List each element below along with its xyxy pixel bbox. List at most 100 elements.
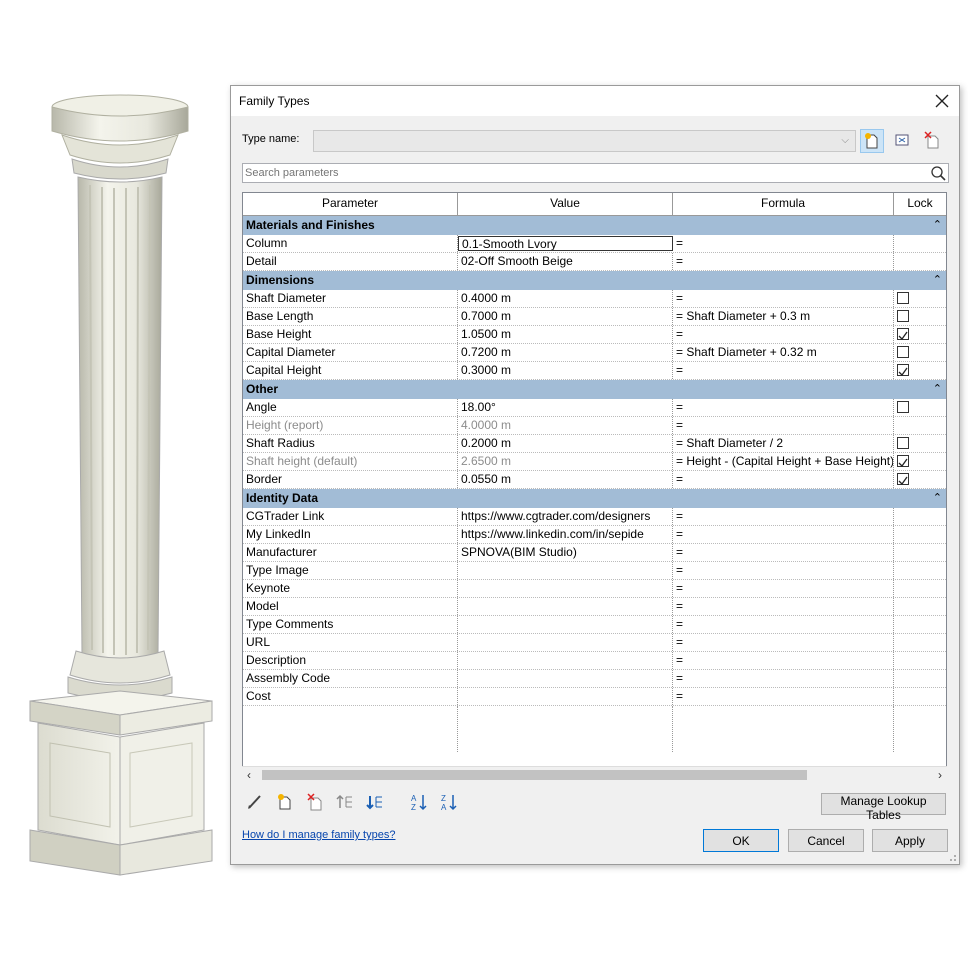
parameter-formula[interactable]: = — [673, 326, 894, 343]
parameter-row[interactable]: Shaft Diameter 0.4000 m = — [243, 290, 946, 308]
parameter-value[interactable] — [458, 562, 673, 579]
parameter-row[interactable]: Angle 18.00° = — [243, 399, 946, 417]
parameter-value[interactable] — [458, 688, 673, 705]
parameter-row[interactable]: Cost = — [243, 688, 946, 706]
parameter-formula[interactable]: = Shaft Diameter + 0.32 m — [673, 344, 894, 361]
search-parameters-box[interactable] — [242, 163, 949, 183]
collapse-icon[interactable]: ⌃ — [933, 216, 942, 235]
apply-button[interactable]: Apply — [872, 829, 948, 852]
parameter-row[interactable]: URL = — [243, 634, 946, 652]
parameter-row[interactable]: CGTrader Link https://www.cgtrader.com/de… — [243, 508, 946, 526]
parameter-formula[interactable]: = — [673, 290, 894, 307]
parameter-value[interactable] — [458, 616, 673, 633]
collapse-icon[interactable]: ⌃ — [933, 271, 942, 290]
sort-descending-icon[interactable]: Z A — [439, 792, 459, 812]
parameter-value[interactable]: 0.0550 m — [458, 471, 673, 488]
header-value[interactable]: Value — [458, 193, 673, 215]
parameter-row[interactable]: Description = — [243, 652, 946, 670]
cancel-button[interactable]: Cancel — [788, 829, 864, 852]
parameter-formula[interactable]: = — [673, 399, 894, 416]
parameter-formula[interactable]: = — [673, 652, 894, 669]
header-parameter[interactable]: Parameter — [243, 193, 458, 215]
parameter-value[interactable]: 0.2000 m — [458, 435, 673, 452]
parameter-value[interactable]: 02-Off Smooth Beige — [458, 253, 673, 270]
parameter-formula[interactable]: = Shaft Diameter + 0.3 m — [673, 308, 894, 325]
parameter-row[interactable]: Detail 02-Off Smooth Beige = — [243, 253, 946, 271]
lock-checkbox[interactable] — [897, 401, 909, 413]
scroll-right-icon[interactable]: › — [938, 768, 942, 782]
lock-checkbox[interactable] — [897, 310, 909, 322]
parameter-formula[interactable]: = Height - (Capital Height + Base Height… — [673, 453, 894, 470]
parameter-formula[interactable]: = — [673, 544, 894, 561]
parameter-value[interactable]: 0.4000 m — [458, 290, 673, 307]
parameter-row[interactable]: Base Length 0.7000 m = Shaft Diameter + 0.… — [243, 308, 946, 326]
parameter-value[interactable]: https://www.linkedin.com/in/sepide — [458, 526, 673, 543]
lock-checkbox[interactable] — [897, 292, 909, 304]
parameter-row[interactable]: Model = — [243, 598, 946, 616]
search-input[interactable] — [243, 164, 917, 182]
rename-type-button[interactable] — [891, 129, 915, 153]
lock-checkbox[interactable] — [897, 437, 909, 449]
parameter-row[interactable]: Type Comments = — [243, 616, 946, 634]
parameter-formula[interactable]: = — [673, 417, 894, 434]
parameter-row[interactable]: Border 0.0550 m = — [243, 471, 946, 489]
parameter-formula[interactable]: = — [673, 688, 894, 705]
parameter-formula[interactable]: = — [673, 562, 894, 579]
parameter-row[interactable]: My LinkedIn https://www.linkedin.com/in/s… — [243, 526, 946, 544]
parameter-formula[interactable]: = — [673, 235, 894, 252]
parameter-formula[interactable]: = — [673, 580, 894, 597]
parameter-value[interactable]: 1.0500 m — [458, 326, 673, 343]
lock-checkbox[interactable] — [897, 328, 909, 341]
parameter-formula[interactable]: = — [673, 362, 894, 379]
parameter-row[interactable]: Manufacturer SPNOVA(BIM Studio) = — [243, 544, 946, 562]
help-link[interactable]: How do I manage family types? — [242, 829, 395, 841]
search-icon[interactable] — [930, 165, 946, 181]
new-parameter-icon[interactable] — [275, 792, 295, 812]
lock-checkbox[interactable] — [897, 346, 909, 358]
edit-parameter-icon[interactable] — [245, 792, 265, 812]
group-header[interactable]: Materials and Finishes ⌃ — [243, 216, 946, 235]
parameter-row[interactable]: Shaft Radius 0.2000 m = Shaft Diameter / 2 — [243, 435, 946, 453]
parameter-value[interactable]: 0.7200 m — [458, 344, 673, 361]
parameter-formula[interactable]: = Shaft Diameter / 2 — [673, 435, 894, 452]
move-up-icon[interactable] — [335, 792, 355, 812]
parameter-value[interactable] — [458, 598, 673, 615]
parameter-row[interactable]: Capital Height 0.3000 m = — [243, 362, 946, 380]
lock-checkbox[interactable] — [897, 364, 909, 377]
parameter-value[interactable]: 0.7000 m — [458, 308, 673, 325]
sort-ascending-icon[interactable]: A Z — [409, 792, 429, 812]
parameter-value[interactable]: 18.00° — [458, 399, 673, 416]
delete-type-button[interactable] — [921, 129, 945, 153]
header-formula[interactable]: Formula — [673, 193, 894, 215]
parameter-row[interactable]: Base Height 1.0500 m = — [243, 326, 946, 344]
parameter-value[interactable] — [458, 670, 673, 687]
delete-parameter-icon[interactable] — [305, 792, 325, 812]
horizontal-scrollbar[interactable]: ‹ › — [242, 766, 947, 782]
parameter-row[interactable]: Type Image = — [243, 562, 946, 580]
parameter-value[interactable]: 0.1-Smooth Lvory — [458, 236, 673, 251]
parameter-value[interactable]: 0.3000 m — [458, 362, 673, 379]
parameter-row[interactable]: Assembly Code = — [243, 670, 946, 688]
new-type-button[interactable] — [860, 129, 884, 153]
resize-grip-icon[interactable] — [947, 852, 957, 862]
parameter-row[interactable]: Capital Diameter 0.7200 m = Shaft Diameter… — [243, 344, 946, 362]
parameter-value[interactable]: https://www.cgtrader.com/designers — [458, 508, 673, 525]
parameter-row[interactable]: Height (report) 4.0000 m = — [243, 417, 946, 435]
type-name-select[interactable]: ⌵ — [313, 130, 856, 152]
parameter-formula[interactable]: = — [673, 253, 894, 270]
scroll-thumb[interactable] — [262, 770, 807, 780]
group-header[interactable]: Dimensions ⌃ — [243, 271, 946, 290]
close-icon[interactable] — [933, 92, 951, 110]
ok-button[interactable]: OK — [703, 829, 779, 852]
lock-checkbox[interactable] — [897, 473, 909, 486]
parameter-formula[interactable]: = — [673, 471, 894, 488]
parameter-value[interactable] — [458, 634, 673, 651]
group-header[interactable]: Other ⌃ — [243, 380, 946, 399]
parameter-formula[interactable]: = — [673, 670, 894, 687]
collapse-icon[interactable]: ⌃ — [933, 380, 942, 399]
parameter-value[interactable] — [458, 652, 673, 669]
parameter-formula[interactable]: = — [673, 598, 894, 615]
manage-lookup-tables-button[interactable]: Manage Lookup Tables — [821, 793, 946, 822]
scroll-left-icon[interactable]: ‹ — [247, 768, 251, 782]
parameter-formula[interactable]: = — [673, 634, 894, 651]
